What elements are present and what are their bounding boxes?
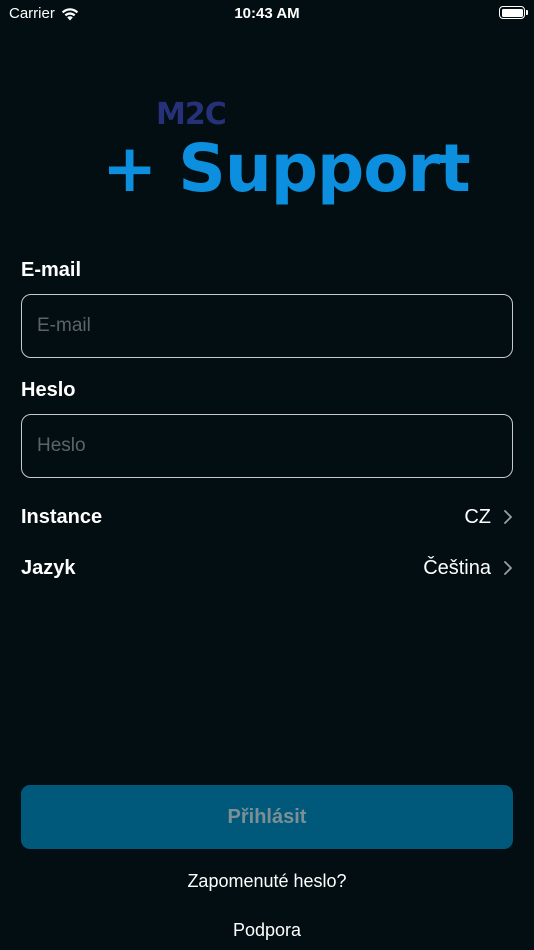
language-value-group: Čeština <box>423 557 513 580</box>
chevron-right-icon <box>504 510 512 524</box>
instance-selector[interactable]: Instance CZ <box>21 500 513 534</box>
password-field[interactable] <box>21 414 513 478</box>
battery-icon <box>499 6 528 19</box>
status-time: 10:43 AM <box>234 5 300 22</box>
instance-value: CZ <box>464 505 491 528</box>
instance-value-group: CZ <box>464 506 513 529</box>
password-label: Heslo <box>21 379 76 401</box>
language-selector[interactable]: Jazyk Čeština <box>21 551 513 585</box>
email-field[interactable] <box>21 294 513 358</box>
status-bar: Carrier 10:43 AM <box>0 0 534 28</box>
forgot-password-link[interactable]: Zapomenuté heslo? <box>0 871 534 892</box>
app-logo: M2C + Support <box>100 96 471 216</box>
support-link[interactable]: Podpora <box>0 920 534 941</box>
email-label: E-mail <box>21 259 82 281</box>
brand-logo: M2C <box>156 97 227 132</box>
battery-fill <box>501 8 523 17</box>
language-label: Jazyk <box>21 556 76 579</box>
login-button[interactable]: Přihlásit <box>21 785 513 849</box>
instance-label: Instance <box>21 505 103 528</box>
product-name: + Support <box>102 130 471 207</box>
chevron-right-icon <box>504 561 512 575</box>
language-value: Čeština <box>423 556 491 579</box>
